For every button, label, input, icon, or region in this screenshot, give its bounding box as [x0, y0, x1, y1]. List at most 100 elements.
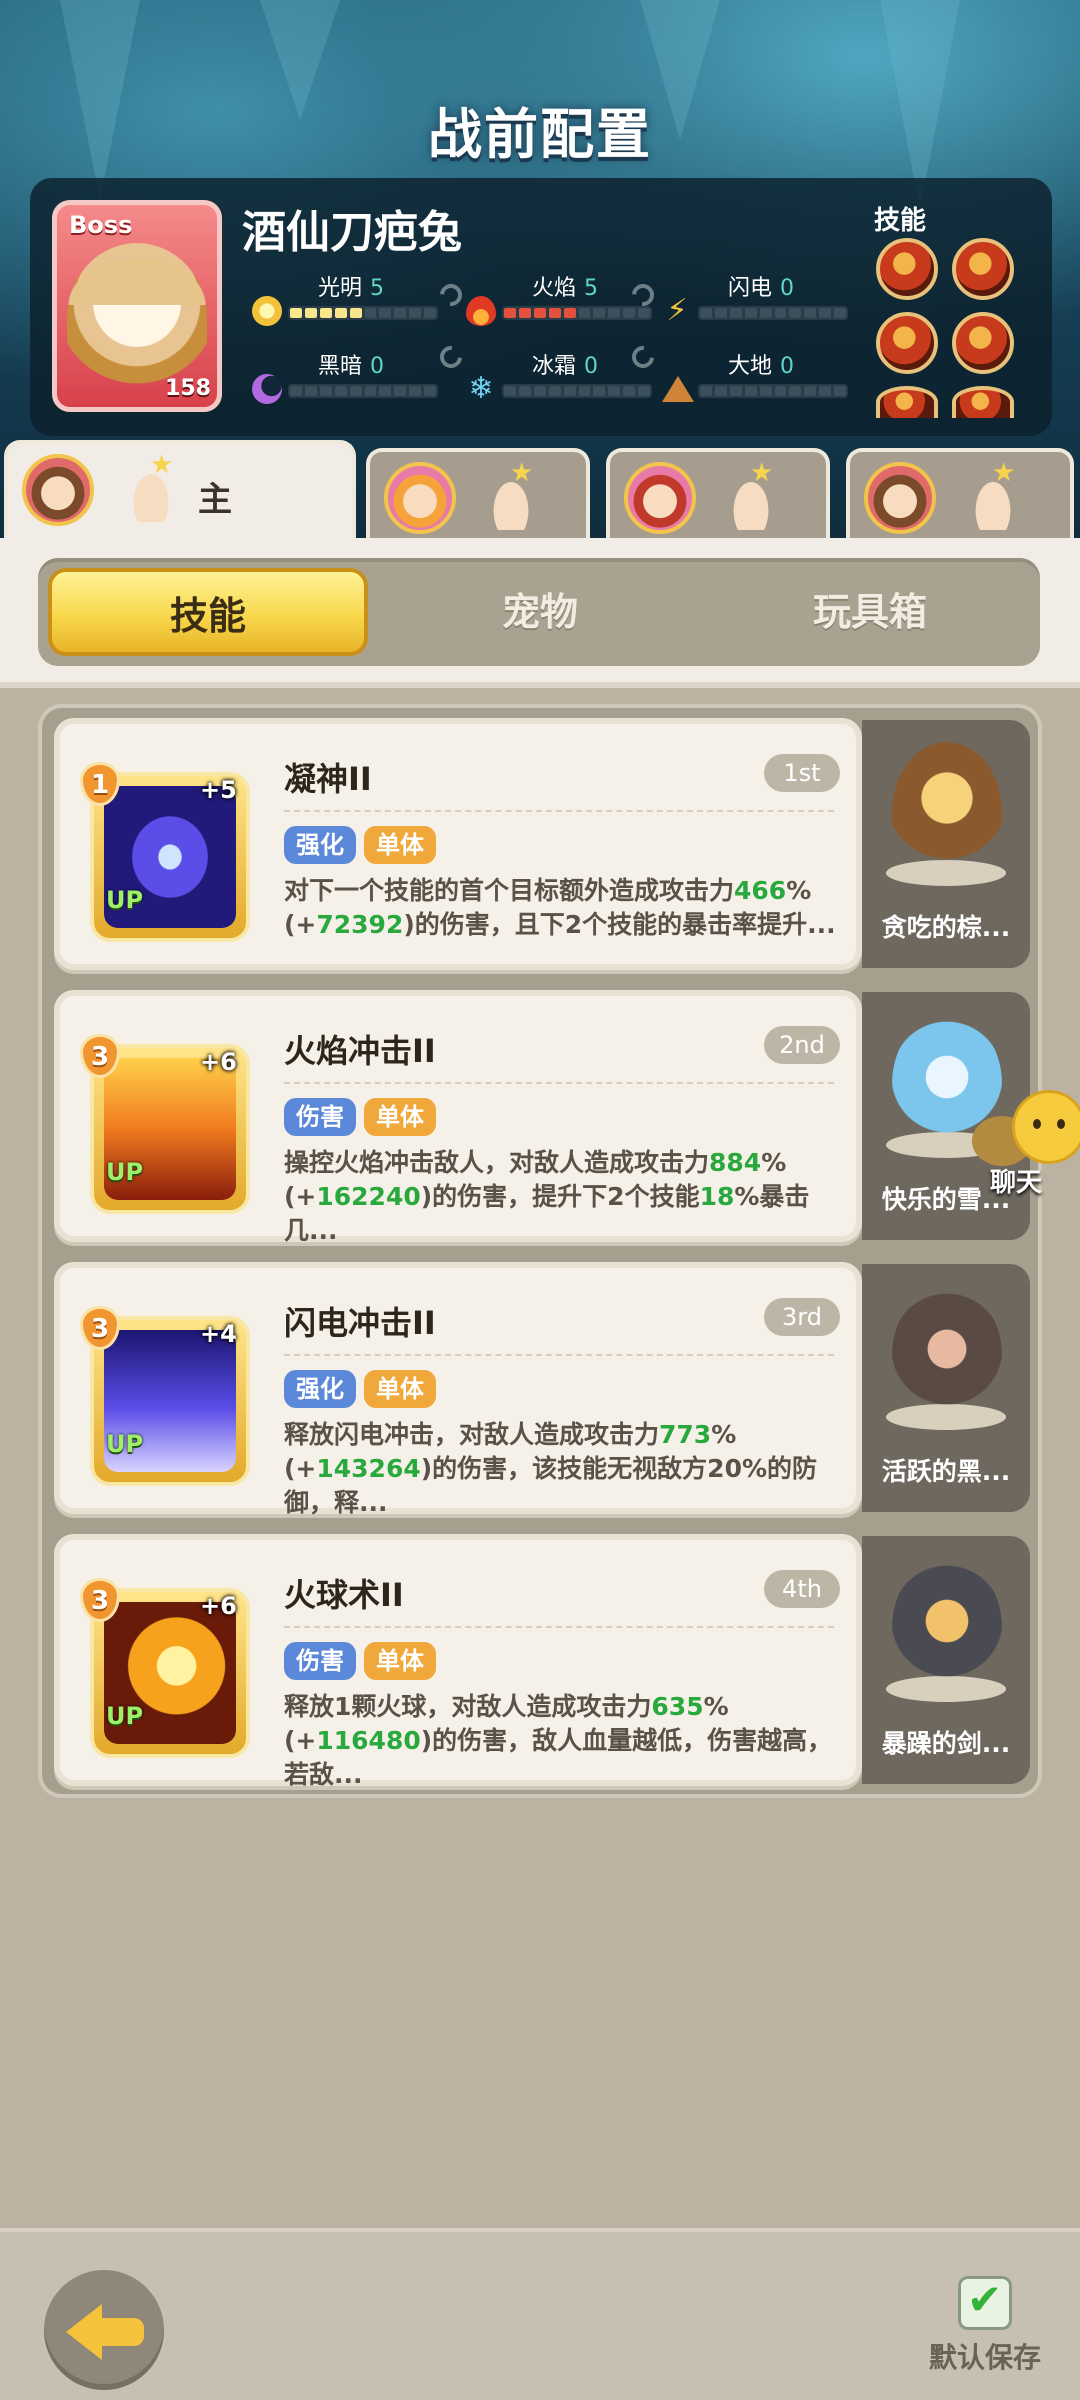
desc-value: 72392: [316, 910, 404, 939]
element-earth: 大地 0: [662, 348, 852, 408]
skill-plus-level: +4: [200, 1320, 237, 1348]
lightning-icon: ⚡: [666, 293, 688, 328]
skill-card[interactable]: 3 +4 UP 闪电冲击II 3rd 强化 单体 释放闪电冲击，对敌人造成攻击力…: [54, 1262, 862, 1517]
smiley-face-icon: [1012, 1090, 1080, 1164]
boss-level: 158: [165, 376, 211, 401]
skill-name: 火球术II: [284, 1576, 404, 1614]
skill-name: 火焰冲击II: [284, 1032, 436, 1070]
tap-hand-icon: [124, 450, 178, 522]
desc-text: 释放1颗火球，对敌人造成攻击力: [284, 1692, 652, 1721]
element-light-value: 5: [370, 276, 385, 301]
hero-avatar: [384, 462, 456, 534]
snowflake-icon: ❄: [468, 371, 494, 406]
boss-skill-icon[interactable]: [876, 312, 938, 374]
desc-value: 884: [709, 1148, 762, 1177]
boss-skill-icon[interactable]: [952, 238, 1014, 300]
boss-portrait-card[interactable]: Boss 158: [52, 200, 222, 412]
skill-target-tag: 单体: [364, 1098, 436, 1136]
element-light: 光明 5: [252, 270, 442, 330]
flame-icon: [466, 296, 496, 326]
boss-skill-icon[interactable]: [876, 386, 938, 418]
skill-description: 对下一个技能的首个目标额外造成攻击力466%(+72392)的伤害，且下2个技能…: [284, 874, 854, 942]
chat-label: 聊天: [990, 1168, 1043, 1198]
mountain-icon: [662, 376, 694, 402]
skill-plus-level: +6: [200, 1592, 237, 1620]
sun-icon: [252, 296, 282, 326]
desc-text: 对下一个技能的首个目标额外造成攻击力: [284, 876, 735, 905]
skill-description: 释放1颗火球，对敌人造成攻击力635%(+116480)的伤害，敌人血量越低，伤…: [284, 1690, 854, 1792]
default-save-toggle[interactable]: 默认保存: [920, 2275, 1050, 2386]
desc-value: 162240: [316, 1182, 421, 1211]
boar-pet-icon: [892, 1286, 1002, 1426]
element-fire-label: 火焰: [532, 276, 577, 301]
hero-avatar: [22, 454, 94, 526]
skill-card[interactable]: 3 +6 UP 火焰冲击II 2nd 伤害 单体 操控火焰冲击敌人，对敌人造成攻…: [54, 990, 862, 1245]
boss-tag: Boss: [69, 211, 133, 239]
desc-text: 操控火焰冲击敌人，对敌人造成攻击力: [284, 1148, 710, 1177]
chat-button[interactable]: 聊天: [972, 1090, 1080, 1210]
skill-up-badge: UP: [106, 1158, 144, 1186]
skill-description: 操控火焰冲击敌人，对敌人造成攻击力884%(+162240)的伤害，提升下2个技…: [284, 1146, 854, 1248]
team-tab-2[interactable]: [366, 448, 590, 540]
tab-pets[interactable]: 宠物: [380, 568, 700, 656]
element-light-bar: [288, 306, 438, 320]
checkbox-checked-icon: [958, 2275, 1012, 2330]
skill-order-badge: 3rd: [764, 1298, 840, 1336]
desc-value: 18: [699, 1182, 735, 1211]
skill-target-tag: 单体: [364, 1642, 436, 1680]
team-tab-4[interactable]: [846, 448, 1074, 540]
tab-toybox[interactable]: 玩具箱: [710, 568, 1030, 656]
skill-type-tag: 强化: [284, 826, 356, 864]
skill-type-tag: 伤害: [284, 1642, 356, 1680]
element-frost-bar: [502, 384, 652, 398]
skill-type-tag: 伤害: [284, 1098, 356, 1136]
element-lightning-value: 0: [780, 276, 795, 301]
divider: [284, 1626, 834, 1628]
pet-slot[interactable]: 暴躁的剑...: [862, 1536, 1030, 1784]
pet-slot[interactable]: 活跃的黑...: [862, 1264, 1030, 1512]
skill-name: 闪电冲击II: [284, 1304, 436, 1342]
boss-skill-icon[interactable]: [952, 312, 1014, 374]
tab-skills[interactable]: 技能: [48, 568, 368, 656]
tap-hand-icon: [484, 458, 538, 530]
back-arrow-icon-tail: [100, 2318, 144, 2346]
desc-text: 释放闪电冲击，对敌人造成攻击力: [284, 1420, 660, 1449]
skill-card[interactable]: 1 +5 UP 凝神II 1st 强化 单体 对下一个技能的首个目标额外造成攻击…: [54, 718, 862, 970]
element-dark-label: 黑暗: [318, 354, 363, 379]
element-fire: 火焰 5: [466, 270, 656, 330]
bottom-bar: 默认保存: [0, 2228, 1080, 2400]
skill-up-badge: UP: [106, 1430, 144, 1458]
skill-tags: 强化 单体: [284, 826, 436, 864]
boss-skill-icon[interactable]: [952, 386, 1014, 418]
desc-text: )的伤害，且下2个技能的暴击率提升...: [403, 910, 836, 939]
skill-target-tag: 单体: [364, 1370, 436, 1408]
skill-card[interactable]: 3 +6 UP 火球术II 4th 伤害 单体 释放1颗火球，对敌人造成攻击力6…: [54, 1534, 862, 1789]
element-earth-label: 大地: [728, 354, 773, 379]
team-tab-label: 主: [198, 480, 232, 520]
element-lightning-bar: [698, 306, 848, 320]
team-tab-3[interactable]: [606, 448, 830, 540]
skill-order-badge: 4th: [764, 1570, 840, 1608]
boss-skill-icon[interactable]: [876, 238, 938, 300]
team-tab-main[interactable]: 主: [4, 440, 356, 540]
pet-slot[interactable]: 贪吃的棕...: [862, 720, 1030, 968]
divider: [284, 1354, 834, 1356]
skill-description: 释放闪电冲击，对敌人造成攻击力773%(+143264)的伤害，该技能无视敌方2…: [284, 1418, 854, 1520]
skill-tags: 强化 单体: [284, 1370, 436, 1408]
element-frost-value: 0: [584, 354, 599, 379]
element-fire-value: 5: [584, 276, 599, 301]
skill-tags: 伤害 单体: [284, 1098, 436, 1136]
element-earth-value: 0: [780, 354, 795, 379]
boss-info-panel: Boss 158 酒仙刀疤兔 光明 5 火焰 5 ⚡ 闪电 0 黑暗 0 ❄ 冰霜 0 大…: [30, 178, 1052, 436]
skill-list: 1 +5 UP 凝神II 1st 强化 单体 对下一个技能的首个目标额外造成攻击…: [38, 704, 1042, 1798]
skill-type-tag: 强化: [284, 1370, 356, 1408]
save-label: 默认保存: [928, 2341, 1041, 2374]
skill-plus-level: +6: [200, 1048, 237, 1076]
skill-up-badge: UP: [106, 886, 144, 914]
hero-avatar: [864, 462, 936, 534]
skill-order-badge: 2nd: [764, 1026, 840, 1064]
category-tabs: 技能 宠物 玩具箱: [38, 558, 1040, 666]
pet-name: 活跃的黑...: [881, 1457, 1011, 1486]
back-button[interactable]: [44, 2270, 164, 2390]
back-arrow-icon: [66, 2304, 102, 2360]
